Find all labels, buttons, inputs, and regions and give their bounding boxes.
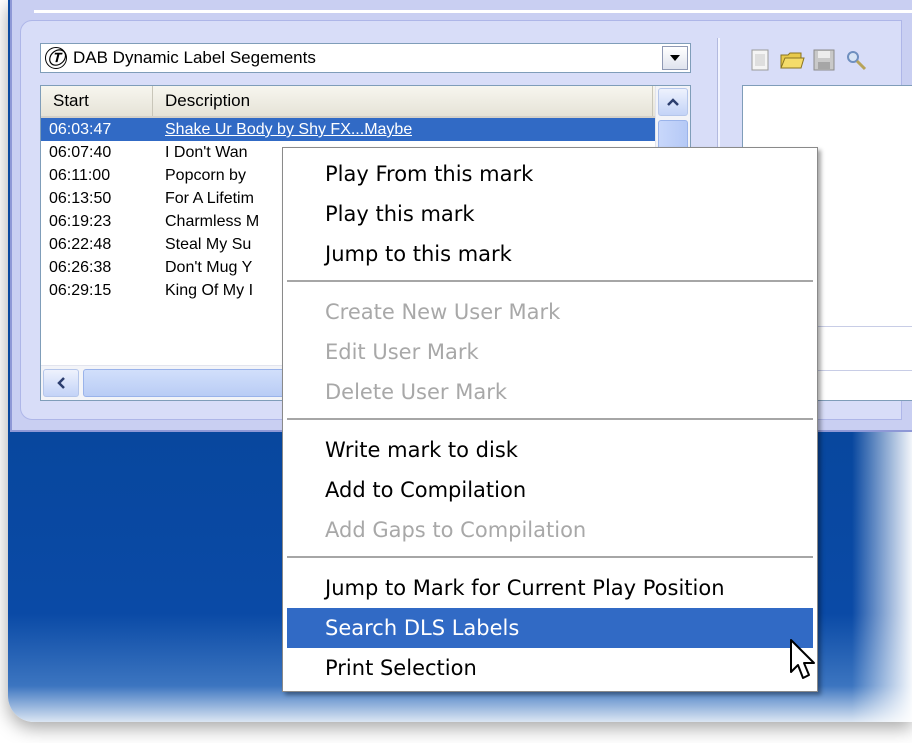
dropdown-arrow-button[interactable] xyxy=(662,46,688,70)
column-header-description[interactable]: Description xyxy=(153,86,653,116)
menu-item-search-dls-labels[interactable]: Search DLS Labels xyxy=(287,608,813,648)
save-icon xyxy=(813,49,835,71)
row-start-time: 06:26:38 xyxy=(49,259,112,276)
row-start-time: 06:03:47 xyxy=(49,121,112,138)
vertical-scroll-thumb[interactable] xyxy=(658,120,688,150)
row-description: Don't Mug Y xyxy=(165,259,253,276)
row-description: For A Lifetim xyxy=(165,190,254,207)
save-button[interactable] xyxy=(811,47,837,73)
open-folder-icon xyxy=(780,52,805,69)
new-icon xyxy=(751,49,769,71)
dropdown-selected-value: DAB Dynamic Label Segements xyxy=(73,48,316,67)
menu-item-jump-to-this-mark[interactable]: Jump to this mark xyxy=(287,234,813,274)
chevron-up-icon xyxy=(667,98,679,106)
column-header-start[interactable]: Start xyxy=(41,86,153,116)
row-description: Shake Ur Body by Shy FX...Maybe xyxy=(165,121,413,138)
row-description: I Don't Wan xyxy=(165,144,248,161)
list-header: Start Description xyxy=(41,86,690,118)
row-description: King Of My I xyxy=(165,282,254,299)
table-row[interactable]: 06:03:47 Shake Ur Body by Shy FX...Maybe xyxy=(41,118,690,141)
open-button[interactable] xyxy=(779,47,805,73)
menu-item-play-from-this-mark[interactable]: Play From this mark xyxy=(287,154,813,194)
scroll-up-button[interactable] xyxy=(658,88,688,116)
menu-item-delete-user-mark: Delete User Mark xyxy=(325,380,507,404)
menu-item-add-gaps-to-compilation: Add Gaps to Compilation xyxy=(325,518,587,542)
menu-item-add-to-compilation[interactable]: Add to Compilation xyxy=(287,470,813,510)
mouse-cursor-icon xyxy=(790,639,815,679)
row-description: Charmless M xyxy=(165,213,260,230)
row-start-time: 06:07:40 xyxy=(49,144,112,161)
context-menu: Play From this mark Play this mark Jump to… xyxy=(282,147,818,692)
search-icon xyxy=(847,51,867,71)
chevron-left-icon xyxy=(57,377,65,389)
new-button[interactable] xyxy=(747,47,773,73)
row-start-time: 06:19:23 xyxy=(49,213,112,230)
row-start-time: 06:22:48 xyxy=(49,236,112,253)
screenshot-frame: Ⓣ DAB Dynamic Label Segements Start Desc… xyxy=(0,0,912,743)
menu-separator xyxy=(287,280,813,282)
menu-item-print-selection[interactable]: Print Selection xyxy=(287,648,813,688)
menu-item-write-mark-to-disk[interactable]: Write mark to disk xyxy=(287,430,813,470)
row-start-time: 06:29:15 xyxy=(49,282,112,299)
menu-item-jump-to-mark-for-current-play-position[interactable]: Jump to Mark for Current Play Position xyxy=(287,568,813,608)
menu-item-create-new-user-mark: Create New User Mark xyxy=(325,300,561,324)
menu-separator xyxy=(287,418,813,420)
row-description: Steal My Su xyxy=(165,236,252,253)
scroll-left-button[interactable] xyxy=(43,369,79,397)
menu-item-edit-user-mark: Edit User Mark xyxy=(325,340,479,364)
search-button[interactable] xyxy=(843,47,869,73)
row-start-time: 06:13:50 xyxy=(49,190,112,207)
menu-separator xyxy=(287,556,813,558)
row-description: Popcorn by xyxy=(165,167,246,184)
text-logo-icon: Ⓣ xyxy=(45,47,67,69)
right-toolbar xyxy=(747,47,869,73)
row-start-time: 06:11:00 xyxy=(49,167,111,184)
segment-type-dropdown[interactable]: Ⓣ DAB Dynamic Label Segements xyxy=(40,43,691,73)
menu-item-play-this-mark[interactable]: Play this mark xyxy=(287,194,813,234)
chevron-down-icon xyxy=(670,55,680,61)
